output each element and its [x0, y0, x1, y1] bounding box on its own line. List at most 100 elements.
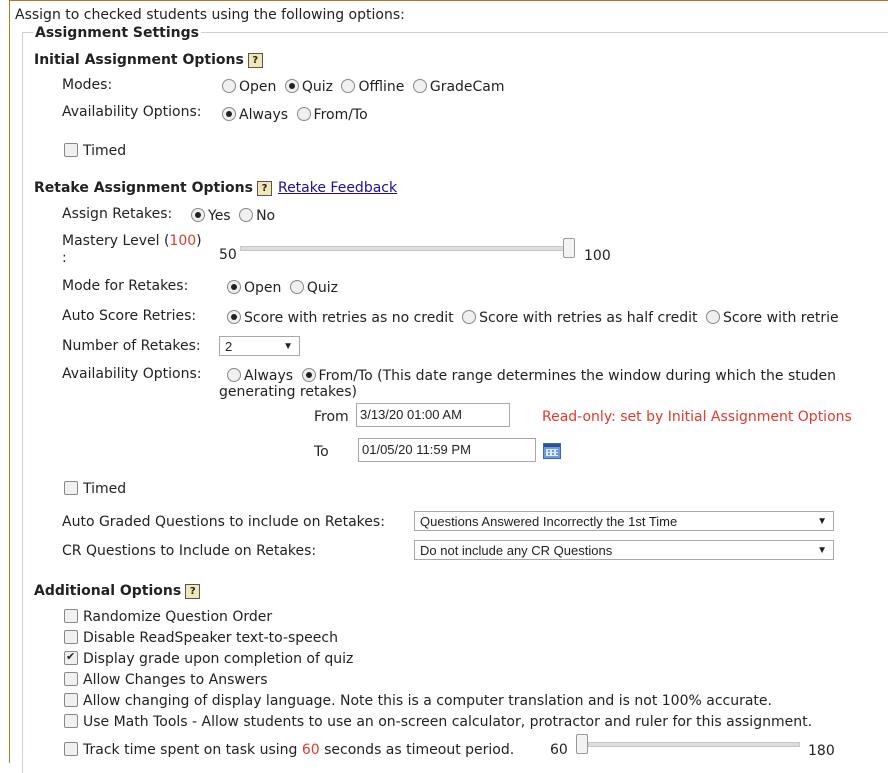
track-max-label: 180 [808, 743, 835, 759]
assign-retakes-label: Assign Retakes: [62, 206, 173, 222]
auto-score-third-label: Score with retrie [722, 310, 839, 326]
track-time-row: Track time spent on task using 60 second… [64, 742, 514, 758]
display-language-checkbox[interactable] [64, 693, 78, 707]
retake-feedback-link[interactable]: Retake Feedback [278, 180, 397, 196]
auto-graded-select[interactable]: Questions Answered Incorrectly the 1st T… [414, 511, 834, 531]
retake-timed-label: Timed [83, 481, 127, 497]
auto-score-group: Score with retries as no credit Score wi… [227, 310, 843, 326]
mode-retakes-group: Open Quiz [227, 280, 342, 296]
initial-timed-label: Timed [83, 143, 127, 159]
randomize-label: Randomize Question Order [83, 609, 273, 625]
retake-avail-fromto-label: From/To (This date range determines the … [318, 368, 836, 384]
availability-fromto-radio[interactable] [296, 107, 311, 121]
availability-fromto-label: From/To [313, 107, 368, 123]
auto-score-third-radio[interactable] [705, 310, 720, 324]
cr-questions-select[interactable]: Do not include any CR Questions ▼ [414, 540, 834, 560]
help-icon[interactable]: ? [185, 584, 201, 599]
track-slider-track[interactable] [588, 742, 800, 747]
availability-radio-group: Always From/To [222, 107, 372, 123]
list-item: Use Math Tools - Allow students to use a… [64, 714, 812, 730]
from-label: From [314, 409, 349, 425]
auto-score-no-credit-radio[interactable] [227, 310, 241, 324]
track-time-checkbox[interactable] [64, 742, 78, 756]
track-slider-thumb[interactable] [576, 734, 588, 754]
availability-always-label: Always [239, 107, 289, 123]
math-tools-checkbox[interactable] [64, 714, 78, 728]
retake-avail-always-label: Always [244, 368, 294, 384]
retake-avail-always-radio[interactable] [227, 368, 241, 382]
mode-open-radio[interactable] [222, 79, 236, 93]
mastery-slider-thumb[interactable] [563, 238, 575, 258]
retake-options-title: Retake Assignment Options [34, 180, 253, 196]
randomize-checkbox[interactable] [64, 609, 78, 623]
initial-timed-checkbox[interactable] [64, 143, 78, 157]
retake-mode-quiz-radio[interactable] [289, 280, 304, 294]
retake-options-heading: Retake Assignment Options? Retake Feedbac… [34, 180, 397, 196]
initial-options-heading: Initial Assignment Options? [34, 52, 263, 68]
modes-label: Modes: [62, 77, 113, 93]
auto-score-no-credit-label: Score with retries as no credit [244, 310, 454, 326]
track-time-pre: Track time spent on task using [83, 742, 302, 758]
mastery-label-close: ) [196, 233, 202, 249]
mastery-min-label: 50 [219, 247, 237, 263]
list-item: Disable ReadSpeaker text-to-speech [64, 630, 338, 646]
readonly-note: Read-only: set by Initial Assignment Opt… [542, 409, 852, 425]
display-grade-checkbox[interactable] [64, 650, 78, 665]
from-date-input[interactable]: 3/13/20 01:00 AM [356, 403, 510, 427]
modes-radio-group: Open Quiz Offline GradeCam [222, 79, 509, 95]
auto-graded-value: Questions Answered Incorrectly the 1st T… [420, 514, 678, 529]
mode-open-label: Open [239, 79, 277, 95]
disable-readspeaker-checkbox[interactable] [64, 630, 78, 644]
mode-gradecam-radio[interactable] [412, 79, 427, 93]
retake-avail-fromto-continued: generating retakes) [219, 384, 358, 400]
availability-label: Availability Options: [62, 104, 202, 120]
calendar-icon[interactable] [543, 443, 561, 459]
initial-timed-row: Timed [64, 143, 126, 159]
auto-score-half-credit-label: Score with retries as half credit [479, 310, 698, 326]
retake-availability-group: Always From/To (This date range determin… [227, 368, 840, 384]
mastery-level-label: Mastery Level (100) [62, 233, 202, 249]
mode-offline-label: Offline [358, 79, 405, 95]
assign-retakes-yes-radio[interactable] [191, 208, 205, 222]
chevron-down-icon: ▼ [817, 516, 827, 527]
retake-timed-checkbox[interactable] [64, 481, 78, 495]
allow-changes-checkbox[interactable] [64, 672, 78, 686]
availability-always-radio[interactable] [222, 107, 236, 121]
chevron-down-icon: ▼ [817, 545, 827, 556]
mastery-max-label: 100 [584, 248, 611, 264]
mode-quiz-radio[interactable] [284, 79, 299, 93]
mode-gradecam-label: GradeCam [429, 79, 505, 95]
mode-offline-radio[interactable] [341, 79, 356, 93]
disable-readspeaker-label: Disable ReadSpeaker text-to-speech [83, 630, 338, 646]
auto-score-label: Auto Score Retries: [62, 308, 197, 324]
assign-retakes-no-radio[interactable] [239, 208, 254, 222]
mastery-slider-track[interactable] [240, 246, 570, 251]
retake-mode-open-label: Open [244, 280, 282, 296]
additional-options-heading: Additional Options? [34, 583, 201, 599]
retake-mode-quiz-label: Quiz [306, 280, 338, 296]
help-icon[interactable]: ? [247, 53, 263, 68]
auto-graded-label: Auto Graded Questions to include on Reta… [62, 514, 385, 530]
retake-availability-label: Availability Options: [62, 366, 202, 382]
track-time-post: seconds as timeout period. [319, 742, 515, 758]
chevron-down-icon: ▼ [283, 341, 293, 352]
math-tools-label: Use Math Tools - Allow students to use a… [83, 714, 813, 730]
num-retakes-select[interactable]: 2 ▼ [219, 336, 300, 356]
auto-score-half-credit-radio[interactable] [462, 310, 477, 324]
retake-mode-open-radio[interactable] [227, 280, 241, 294]
mode-retakes-label: Mode for Retakes: [62, 278, 189, 294]
intro-text: Assign to checked students using the fol… [15, 7, 405, 23]
cr-questions-label: CR Questions to Include on Retakes: [62, 543, 317, 559]
assign-retakes-no-label: No [256, 208, 276, 224]
cr-questions-value: Do not include any CR Questions [420, 543, 613, 558]
list-item: Allow Changes to Answers [64, 672, 268, 688]
retake-avail-fromto-radio[interactable] [301, 368, 316, 382]
num-retakes-value: 2 [225, 339, 233, 354]
list-item: Allow changing of display language. Note… [64, 693, 772, 709]
additional-options-title: Additional Options [34, 583, 182, 599]
initial-options-title: Initial Assignment Options [34, 52, 244, 68]
list-item: Display grade upon completion of quiz [64, 650, 353, 667]
mode-quiz-label: Quiz [301, 79, 333, 95]
to-date-input[interactable]: 01/05/20 11:59 PM [358, 438, 536, 462]
help-icon[interactable]: ? [256, 181, 272, 196]
